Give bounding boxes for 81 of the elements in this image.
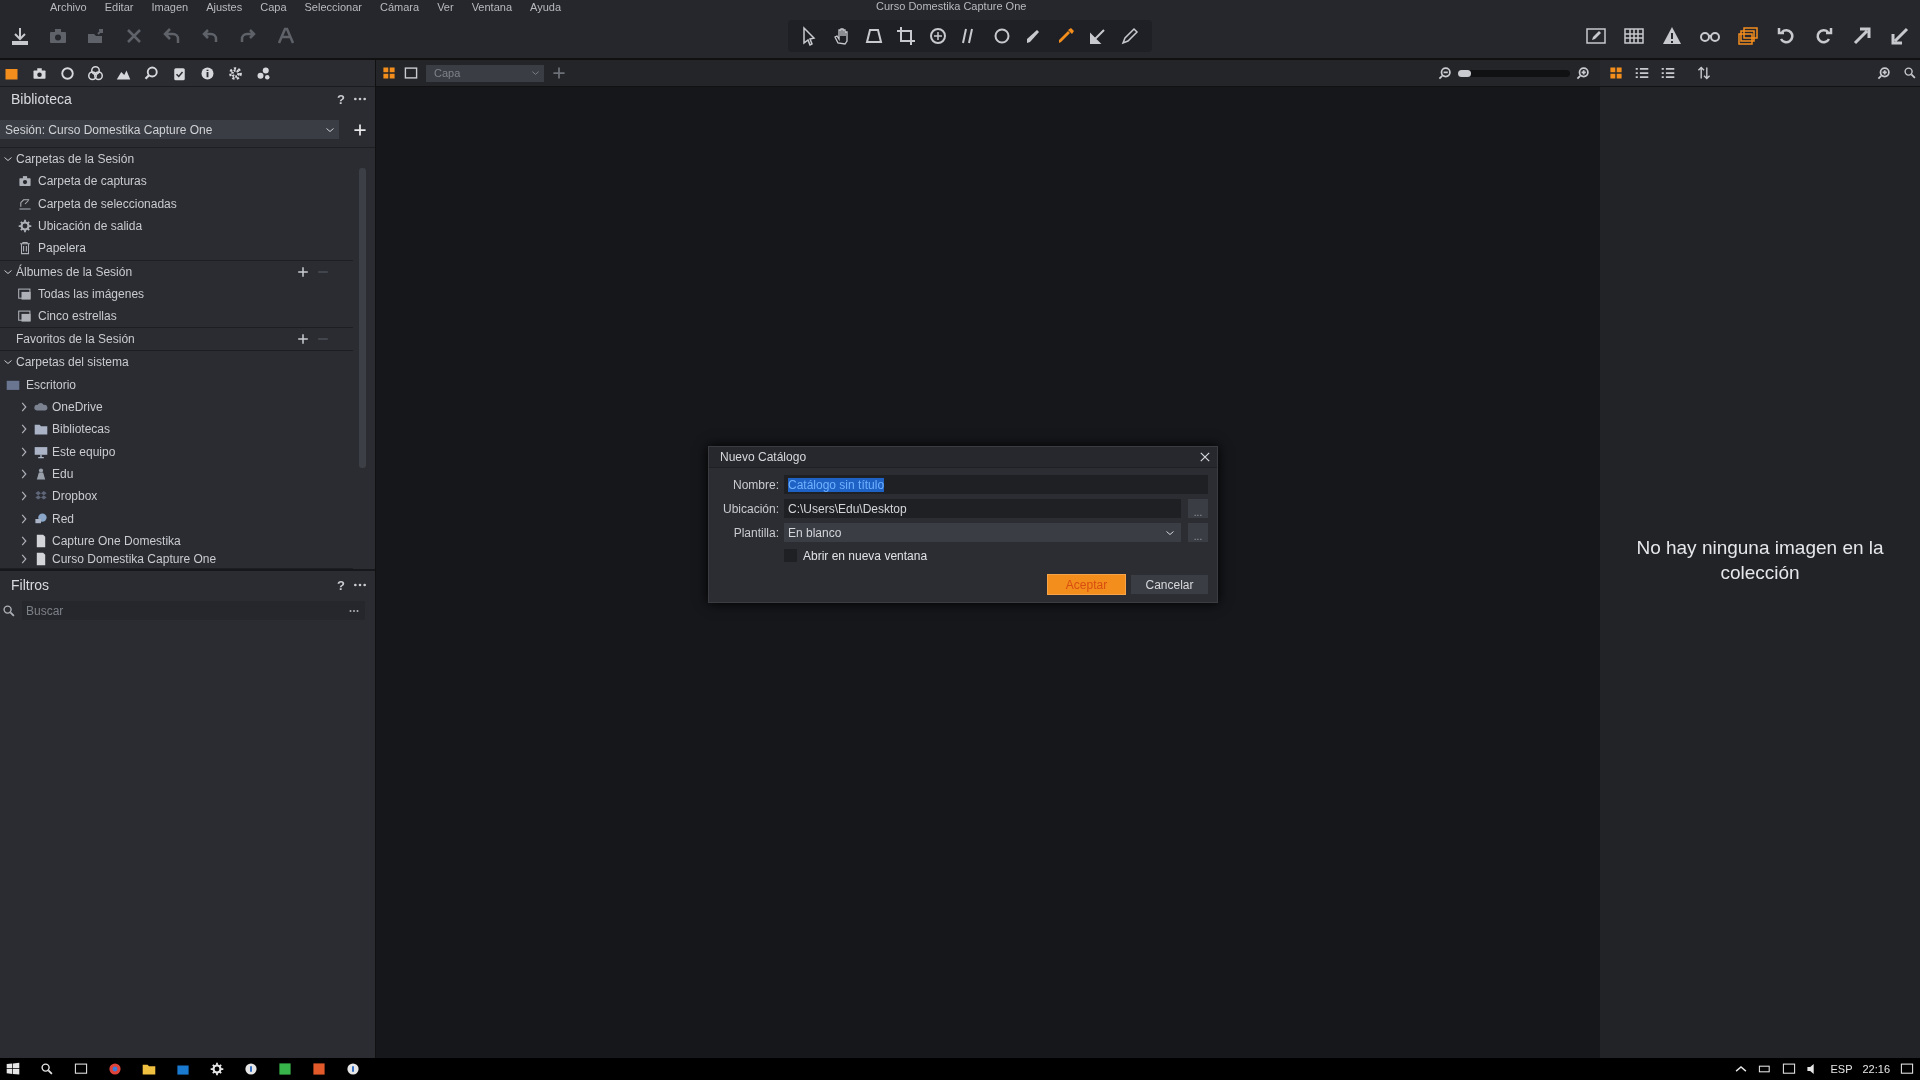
input-field[interactable]: C:\Users\Edu\Desktop xyxy=(784,499,1181,518)
menu-item[interactable]: Ayuda xyxy=(530,0,561,13)
album-icon xyxy=(18,309,32,324)
document-icon xyxy=(34,552,48,567)
tree-item[interactable]: OneDrive xyxy=(52,399,103,414)
windows-icon[interactable] xyxy=(6,1062,20,1076)
menu-item[interactable]: Archivo xyxy=(50,0,87,13)
field-label: Plantilla: xyxy=(732,525,780,540)
folder-icon[interactable] xyxy=(142,1062,156,1076)
document-icon xyxy=(34,534,48,549)
more-icon[interactable] xyxy=(353,97,367,101)
zoom-in-icon[interactable] xyxy=(1576,66,1590,80)
square-icon[interactable] xyxy=(404,66,418,80)
tree-item[interactable]: Ubicación de salida xyxy=(38,218,143,233)
tree-item[interactable]: Este equipo xyxy=(52,444,116,459)
browser-icon[interactable] xyxy=(108,1062,122,1076)
tree-item[interactable]: Capture One Domestika xyxy=(52,534,181,549)
tree-item[interactable]: Escritorio xyxy=(26,377,76,392)
browse-button[interactable]: ... xyxy=(1188,523,1208,542)
user-icon xyxy=(34,467,48,482)
browse-button[interactable]: ... xyxy=(1188,499,1208,518)
checkbox-label[interactable]: Abrir en nueva ventana xyxy=(803,548,928,563)
field-label: Nombre: xyxy=(732,477,780,492)
dialog-title: Nuevo Catálogo xyxy=(720,450,807,464)
plus-icon[interactable] xyxy=(297,333,309,346)
tree-item[interactable]: Edu xyxy=(52,467,74,482)
section-title[interactable]: Carpetas del sistema xyxy=(16,355,329,370)
search-icon[interactable] xyxy=(40,1062,54,1076)
section-title[interactable]: Álbumes de la Sesión xyxy=(16,264,297,279)
camera-icon xyxy=(18,174,32,189)
tree-item[interactable]: Cinco estrellas xyxy=(38,309,117,324)
empty-message: No hay ninguna imagen en la colección xyxy=(1635,536,1885,585)
tree-item[interactable]: Todas las imágenes xyxy=(38,286,145,301)
panel-title[interactable]: Filtros xyxy=(11,577,338,593)
grid-icon[interactable] xyxy=(382,66,396,80)
folder-arrow-icon xyxy=(18,196,32,211)
menu-item[interactable]: Seleccionar xyxy=(304,0,362,13)
search-icon xyxy=(2,603,16,618)
tree-item[interactable]: Dropbox xyxy=(52,489,98,504)
tree-item[interactable]: Carpeta de capturas xyxy=(38,174,147,189)
tree-item[interactable]: Bibliotecas xyxy=(52,422,111,437)
clock[interactable]: 22:16 xyxy=(1862,1063,1890,1075)
tree-item[interactable]: Papelera xyxy=(38,241,87,256)
menu-item[interactable]: Ventana xyxy=(471,0,512,13)
section-title[interactable]: Favoritos de la Sesión xyxy=(0,332,297,347)
plus-icon[interactable] xyxy=(297,265,309,278)
trash-icon xyxy=(18,241,32,256)
more-icon[interactable] xyxy=(353,583,367,587)
zoom-slider[interactable] xyxy=(1458,69,1570,77)
menu-item[interactable]: Editar xyxy=(104,0,134,13)
help-button[interactable]: ? xyxy=(337,577,345,593)
album-icon xyxy=(18,286,32,301)
menu-item[interactable]: Ajustes xyxy=(206,0,243,13)
app-icon[interactable] xyxy=(278,1062,292,1076)
tree-item[interactable]: Curso Domestika Capture One xyxy=(52,552,217,567)
template-dropdown[interactable]: En blanco xyxy=(784,523,1181,542)
app-icon[interactable] xyxy=(346,1062,360,1076)
notification-icon[interactable] xyxy=(1900,1062,1914,1076)
panel-title[interactable]: Biblioteca xyxy=(11,91,338,107)
tree-item[interactable]: Red xyxy=(52,511,74,526)
menu-item[interactable]: Capa xyxy=(260,0,287,13)
menu-item[interactable]: Imagen xyxy=(151,0,189,13)
menu-item[interactable]: Ver xyxy=(437,0,454,13)
section-title[interactable]: Carpetas de la Sesión xyxy=(16,152,329,166)
menu-item[interactable]: Cámara xyxy=(380,0,420,13)
folder-icon xyxy=(34,422,48,437)
window-title: Curso Domestika Capture One xyxy=(876,0,1027,12)
zoom-out-icon[interactable] xyxy=(1438,66,1452,80)
field-label: Ubicación: xyxy=(721,501,780,516)
monitor-icon xyxy=(34,444,48,459)
language-indicator[interactable]: ESP xyxy=(1830,1063,1853,1075)
tree-item[interactable]: Carpeta de seleccionadas xyxy=(38,196,177,211)
help-button[interactable]: ? xyxy=(337,91,345,107)
close-icon[interactable] xyxy=(1199,451,1211,463)
settings-icon[interactable] xyxy=(210,1062,224,1076)
task-view-icon[interactable] xyxy=(74,1062,88,1076)
app-icon[interactable] xyxy=(244,1062,258,1076)
cancel-button[interactable]: Cancelar xyxy=(1131,575,1208,594)
search-field[interactable]: Buscar xyxy=(22,601,365,620)
session-dropdown[interactable]: Sesión: Curso Domestika Capture One xyxy=(0,120,339,139)
gear-icon xyxy=(18,218,32,233)
